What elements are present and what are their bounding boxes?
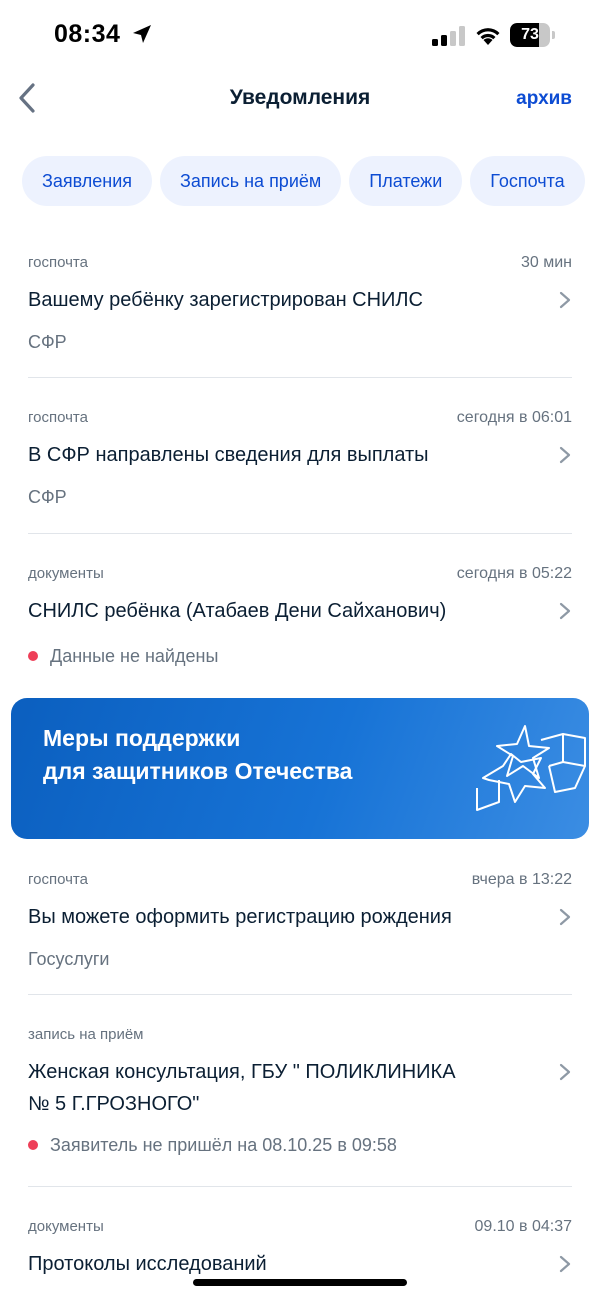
chevron-right-icon <box>559 602 571 620</box>
notification-title: Женская консультация, ГБУ " ПОЛИКЛИНИКА … <box>28 1056 528 1120</box>
banner-line-2: для защитников Отечества <box>43 758 353 784</box>
notification-time: сегодня в 05:22 <box>456 565 572 582</box>
home-indicator[interactable] <box>193 1279 407 1286</box>
status-dot-icon <box>28 1140 38 1150</box>
page-title: Уведомления <box>229 86 371 109</box>
wifi-icon <box>476 28 500 45</box>
status-dot-icon <box>28 651 38 661</box>
notification-title: Вы можете оформить регистрацию рождения <box>28 906 452 928</box>
notification-sender: Госуслуги <box>28 949 110 969</box>
archive-link[interactable]: архив <box>516 88 572 110</box>
chip-gospochta[interactable]: Госпочта <box>470 156 585 206</box>
notification-title: В СФР направлены сведения для выплаты <box>28 444 429 466</box>
notification-category: госпочта <box>28 871 88 888</box>
status-time: 08:34 <box>54 20 121 48</box>
chevron-right-icon <box>559 291 571 309</box>
location-arrow-icon <box>133 25 151 43</box>
notification-status: Заявитель не пришёл на 08.10.25 в 09:58 <box>50 1135 397 1155</box>
notification-category: документы <box>28 1218 104 1235</box>
divider <box>28 533 572 534</box>
notification-title-line-1: Женская консультация, ГБУ " ПОЛИКЛИНИКА <box>28 1061 456 1083</box>
divider <box>28 994 572 995</box>
battery-indicator: 73 <box>510 23 556 47</box>
notification-title: Протоколы исследований <box>28 1253 267 1275</box>
cellular-signal-icon <box>432 26 465 46</box>
divider <box>28 1186 572 1187</box>
notification-time: 09.10 в 04:37 <box>474 1218 572 1235</box>
chevron-right-icon <box>559 1255 571 1273</box>
chevron-right-icon <box>559 446 571 464</box>
chip-appointment[interactable]: Запись на приём <box>160 156 342 206</box>
notification-time: 30 мин <box>520 254 572 271</box>
battery-level-text: 73 <box>521 26 539 43</box>
status-bar: 08:34 73 <box>0 0 600 72</box>
notification-category: госпочта <box>28 409 88 426</box>
notification-sender: СФР <box>28 332 67 352</box>
chip-applications[interactable]: Заявления <box>22 156 153 206</box>
divider <box>28 377 572 378</box>
chip-payments[interactable]: Платежи <box>349 156 463 206</box>
banner-line-1: Меры поддержки <box>43 725 241 751</box>
support-measures-banner[interactable]: Меры поддержки для защитников Отечества <box>11 698 589 839</box>
notification-title-line-2: № 5 Г.ГРОЗНОГО" <box>28 1093 200 1115</box>
notification-category: госпочта <box>28 254 88 271</box>
notification-category: документы <box>28 565 104 582</box>
notification-title: Вашему ребёнку зарегистрирован СНИЛС <box>28 289 423 311</box>
nav-bar: Уведомления архив <box>0 72 600 126</box>
notification-title: СНИЛС ребёнка (Атабаев Дени Сайханович) <box>28 600 447 622</box>
notification-category: запись на приём <box>28 1026 144 1043</box>
chevron-right-icon <box>559 908 571 926</box>
notification-sender: СФР <box>28 487 67 507</box>
filter-chips: Заявления Запись на приём Платежи Госпочта <box>22 156 600 206</box>
banner-title: Меры поддержки для защитников Отечества <box>43 722 443 788</box>
notification-time: вчера в 13:22 <box>471 871 572 888</box>
star-flag-icon <box>476 725 586 811</box>
chevron-right-icon <box>559 1063 571 1081</box>
notification-status: Данные не найдены <box>50 646 219 666</box>
notification-time: сегодня в 06:01 <box>456 409 572 426</box>
